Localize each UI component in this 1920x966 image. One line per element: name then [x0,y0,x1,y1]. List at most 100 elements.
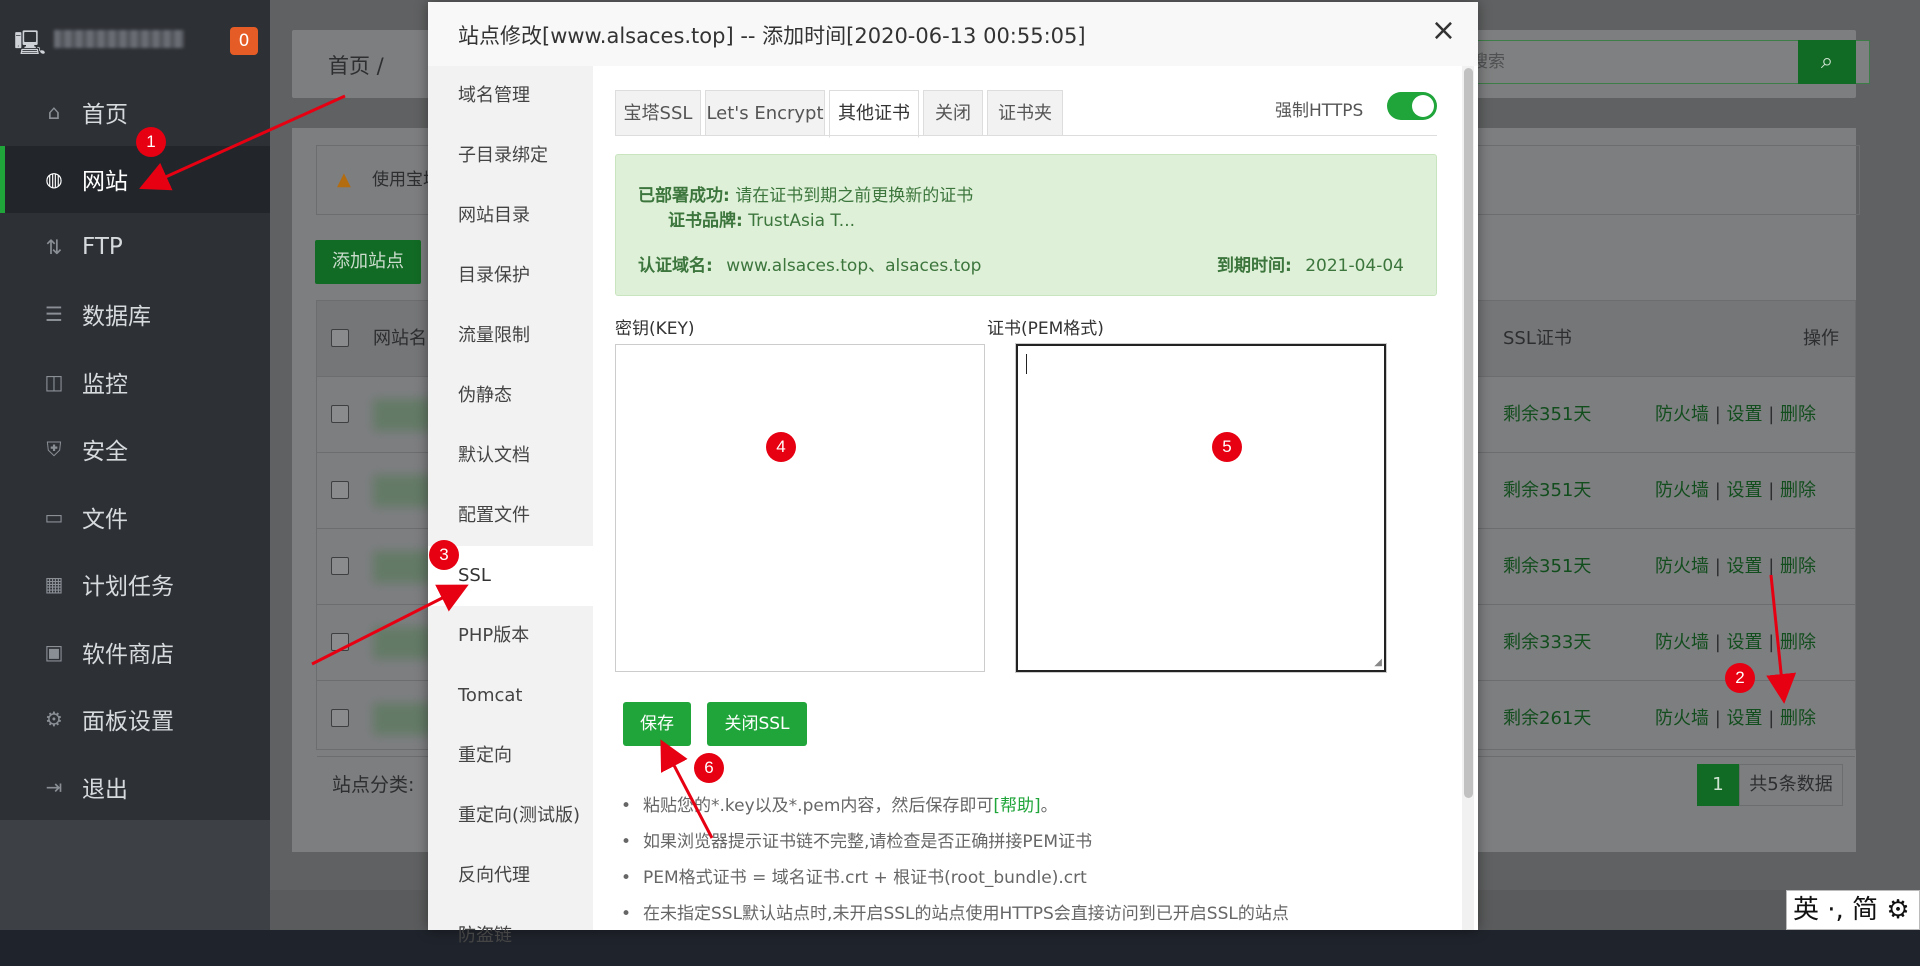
ssl-remaining[interactable]: 剩余351天 [1503,529,1591,604]
modal-nav-item[interactable]: Tomcat [428,666,593,726]
sidebar-item[interactable]: ◍ 网站 [0,145,270,213]
sidebar-item[interactable]: ☰ 数据库 [0,281,270,349]
ssl-remaining[interactable]: 剩余351天 [1503,453,1591,528]
page-number[interactable]: 1 [1697,764,1739,806]
key-textarea[interactable] [615,344,985,672]
settings-link[interactable]: 设置 [1727,556,1763,577]
modal-nav-item[interactable]: 配置文件 [428,486,593,546]
modal-nav-item[interactable]: 重定向(测试版) [428,786,593,846]
modal-nav-item[interactable]: 默认文档 [428,426,593,486]
expire-value: 2021-04-04 [1305,256,1404,276]
text-caret [1026,354,1027,374]
tab-cert-folder[interactable]: 证书夹 [987,90,1063,136]
delete-link[interactable]: 删除 [1780,708,1816,729]
breadcrumb[interactable]: 首页 / [328,50,384,80]
row-operations: 防火墙 | 设置 | 删除 [1655,377,1816,452]
sidebar-item[interactable]: ▣ 软件商店 [0,618,270,686]
modal-title: 站点修改[www.alsaces.top] -- 添加时间[2020-06-13… [458,24,1086,48]
row-checkbox[interactable] [331,481,349,499]
firewall-link[interactable]: 防火墙 [1655,708,1709,729]
row-checkbox[interactable] [331,633,349,651]
site-name-blurred[interactable] [373,627,433,659]
site-edit-modal: 站点修改[www.alsaces.top] -- 添加时间[2020-06-13… [428,2,1478,946]
firewall-link[interactable]: 防火墙 [1655,404,1709,425]
modal-nav-item[interactable]: 网站目录 [428,186,593,246]
sidebar-item[interactable]: ◫ 监控 [0,348,270,416]
annotation-marker-4: 4 [766,432,796,462]
ime-status-bar[interactable]: 英 ·, 简 ⚙ [1786,890,1920,930]
help-link[interactable]: [帮助] [993,796,1040,816]
separator: | [1709,632,1727,653]
sidebar-item[interactable]: ⚙ 面板设置 [0,686,270,754]
modal-nav-item[interactable]: 反向代理 [428,846,593,906]
annotation-marker-3: 3 [429,540,459,570]
ssl-remaining[interactable]: 剩余261天 [1503,681,1591,756]
delete-link[interactable]: 删除 [1780,404,1816,425]
delete-link[interactable]: 删除 [1780,556,1816,577]
sidebar-item[interactable]: ▦ 计划任务 [0,551,270,619]
settings-link[interactable]: 设置 [1727,708,1763,729]
sidebar-item-label: 退出 [82,776,128,803]
sidebar-item[interactable]: ⌂ 首页 [0,78,270,146]
settings-link[interactable]: 设置 [1727,404,1763,425]
brand-value: TrustAsia T... [748,211,855,231]
settings-link[interactable]: 设置 [1727,632,1763,653]
modal-nav-item[interactable]: 子目录绑定 [428,126,593,186]
site-name-blurred[interactable] [373,475,433,507]
server-monitor-icon: 🖳 [14,29,47,57]
sidebar-item[interactable]: ⇥ 退出 [0,753,270,821]
tab-lets-encrypt[interactable]: Let's Encrypt [705,90,825,136]
sidebar-item[interactable]: ⛨ 安全 [0,416,270,484]
settings-link[interactable]: 设置 [1727,480,1763,501]
resize-grip-icon[interactable]: ◢ [1374,658,1382,668]
modal-nav-item[interactable]: 伪静态 [428,366,593,426]
row-checkbox[interactable] [331,557,349,575]
add-site-button[interactable]: 添加站点 [315,240,421,284]
ftp-icon: ⇅ [45,234,63,259]
search-button[interactable]: ⌕ [1798,40,1856,84]
cert-status-alert: 已部署成功: 请在证书到期之前更换新的证书 证书品牌: TrustAsia T.… [615,154,1437,296]
modal-nav-item[interactable]: 域名管理 [428,66,593,126]
scrollbar-thumb[interactable] [1464,68,1473,798]
tab-other-cert[interactable]: 其他证书 [829,90,919,138]
select-all-checkbox[interactable] [331,329,349,347]
sidebar-item-label: 首页 [82,101,128,128]
ssl-remaining[interactable]: 剩余333天 [1503,605,1591,680]
modal-nav-item[interactable]: PHP版本 [428,606,593,666]
modal-nav-item[interactable]: 目录保护 [428,246,593,306]
tab-bt-ssl[interactable]: 宝塔SSL [615,90,701,136]
tab-divider [615,135,1437,136]
sidebar: 🖳 0 ⌂ 首页 ◍ 网站 ⇅ FTP ☰ 数据库 ◫ 监控 ⛨ 安全 ▭ 文件 ▦ 计划任务 ▣ 软件商店 ⚙ 面板… [0,0,270,930]
site-name-blurred[interactable] [373,703,433,735]
delete-link[interactable]: 删除 [1780,632,1816,653]
col-ssl: SSL证书 [1503,328,1572,349]
sidebar-item[interactable]: ▭ 文件 [0,483,270,551]
firewall-link[interactable]: 防火墙 [1655,632,1709,653]
close-ssl-button[interactable]: 关闭SSL [707,702,807,746]
site-name-blurred[interactable] [373,399,433,431]
force-https-toggle[interactable] [1387,92,1437,120]
firewall-link[interactable]: 防火墙 [1655,480,1709,501]
monitor-icon: ◫ [44,369,64,394]
pem-label: 证书(PEM格式) [987,319,1104,339]
ssl-remaining[interactable]: 剩余351天 [1503,377,1591,452]
separator: | [1762,556,1781,577]
sidebar-item[interactable]: ⇅ FTP [0,213,270,281]
site-name-blurred[interactable] [373,551,433,583]
key-label: 密钥(KEY) [615,319,695,339]
row-checkbox[interactable] [331,709,349,727]
notification-badge[interactable]: 0 [230,27,258,55]
col-site-name[interactable]: 网站名 [373,301,427,376]
close-icon[interactable]: × [1431,16,1456,46]
pem-textarea[interactable]: ◢ [1016,344,1386,672]
delete-link[interactable]: 删除 [1780,480,1816,501]
tab-close[interactable]: 关闭 [923,90,983,136]
modal-nav-item[interactable]: 流量限制 [428,306,593,366]
annotation-marker-1: 1 [136,127,166,157]
modal-nav-item[interactable]: 重定向 [428,726,593,786]
firewall-link[interactable]: 防火墙 [1655,556,1709,577]
modal-nav-item[interactable]: 防盗链 [428,906,593,966]
save-button[interactable]: 保存 [623,702,691,746]
domain-value: www.alsaces.top、alsaces.top [726,256,982,276]
row-checkbox[interactable] [331,405,349,423]
